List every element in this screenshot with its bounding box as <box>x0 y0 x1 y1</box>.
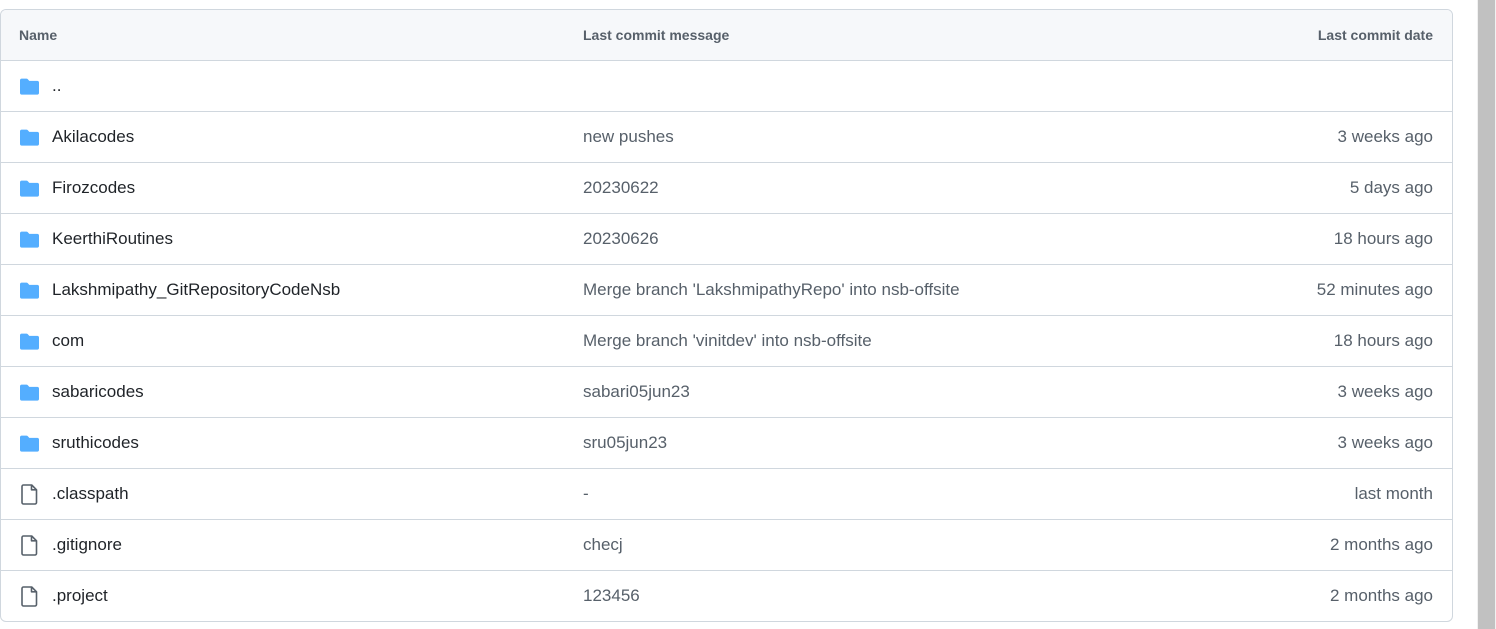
folder-icon <box>18 76 40 96</box>
folder-link[interactable]: com <box>52 331 84 351</box>
header-last-commit-message: Last commit message <box>583 27 730 43</box>
table-row[interactable]: .gitignore checj 2 months ago <box>1 520 1452 571</box>
scrollbar-thumb[interactable] <box>1478 0 1495 629</box>
cell-last-commit-message: 123456 <box>583 586 1152 606</box>
header-name: Name <box>19 27 58 43</box>
folder-link[interactable]: Akilacodes <box>52 127 134 147</box>
scrollbar-track[interactable] <box>1477 0 1496 629</box>
folder-icon <box>18 127 40 147</box>
cell-last-commit-message: new pushes <box>583 127 1152 147</box>
commit-message-link[interactable]: new pushes <box>583 127 674 146</box>
commit-message-link[interactable]: checj <box>583 535 623 554</box>
commit-message-link[interactable]: sabari05jun23 <box>583 382 690 401</box>
cell-name: sabaricodes <box>1 382 583 402</box>
cell-last-commit-date: 3 weeks ago <box>1337 433 1433 452</box>
cell-name: .project <box>1 585 583 607</box>
commit-message-link[interactable]: - <box>583 484 589 503</box>
cell-last-commit-message: sabari05jun23 <box>583 382 1152 402</box>
file-link[interactable]: .classpath <box>52 484 129 504</box>
table-row[interactable]: .project 123456 2 months ago <box>1 571 1452 621</box>
table-row[interactable]: com Merge branch 'vinitdev' into nsb-offs… <box>1 316 1452 367</box>
cell-name: Firozcodes <box>1 178 583 198</box>
table-row[interactable]: KeerthiRoutines 20230626 18 hours ago <box>1 214 1452 265</box>
cell-name: sruthicodes <box>1 433 583 453</box>
cell-last-commit-date: 2 months ago <box>1329 586 1433 605</box>
folder-icon <box>18 178 40 198</box>
table-row[interactable]: sabaricodes sabari05jun23 3 weeks ago <box>1 367 1452 418</box>
table-row[interactable]: Lakshmipathy_GitRepositoryCodeNsb Merge b… <box>1 265 1452 316</box>
file-icon <box>18 534 40 556</box>
folder-icon <box>18 382 40 402</box>
file-link[interactable]: .project <box>52 586 108 606</box>
cell-last-commit-date: 3 weeks ago <box>1337 127 1433 146</box>
cell-last-commit-message: checj <box>583 535 1152 555</box>
folder-icon <box>18 280 40 300</box>
cell-last-commit-date: 3 weeks ago <box>1337 382 1433 401</box>
commit-message-link[interactable]: 123456 <box>583 586 640 605</box>
cell-last-commit-message: sru05jun23 <box>583 433 1152 453</box>
commit-message-link[interactable]: Merge branch 'vinitdev' into nsb-offsite <box>583 331 872 350</box>
cell-last-commit-message: - <box>583 484 1152 504</box>
commit-message-link[interactable]: 20230626 <box>583 229 659 248</box>
commit-message-link[interactable]: 20230622 <box>583 178 659 197</box>
cell-name: .. <box>1 76 583 96</box>
folder-link[interactable]: sruthicodes <box>52 433 139 453</box>
cell-last-commit-date: 2 months ago <box>1329 535 1433 554</box>
file-icon <box>18 585 40 607</box>
table-row[interactable]: sruthicodes sru05jun23 3 weeks ago <box>1 418 1452 469</box>
cell-last-commit-date: 18 hours ago <box>1333 331 1433 350</box>
table-row[interactable]: .. <box>1 61 1452 112</box>
folder-link[interactable]: Firozcodes <box>52 178 135 198</box>
table-row[interactable]: .classpath - last month <box>1 469 1452 520</box>
table-header: Name Last commit message Last commit dat… <box>1 10 1452 61</box>
cell-name: KeerthiRoutines <box>1 229 583 249</box>
cell-last-commit-message: 20230626 <box>583 229 1152 249</box>
cell-last-commit-message: 20230622 <box>583 178 1152 198</box>
cell-last-commit-date: 5 days ago <box>1349 178 1433 197</box>
cell-last-commit-message: Merge branch 'LakshmipathyRepo' into nsb… <box>583 280 1152 300</box>
cell-name: .classpath <box>1 483 583 505</box>
table-body: .. Akilacodes new pushes 3 weeks ago Firozco… <box>1 61 1452 621</box>
commit-message-link[interactable]: Merge branch 'LakshmipathyRepo' into nsb… <box>583 280 960 299</box>
cell-name: Lakshmipathy_GitRepositoryCodeNsb <box>1 280 583 300</box>
folder-link[interactable]: Lakshmipathy_GitRepositoryCodeNsb <box>52 280 340 300</box>
folder-link[interactable]: sabaricodes <box>52 382 144 402</box>
folder-icon <box>18 229 40 249</box>
file-link[interactable]: .gitignore <box>52 535 122 555</box>
cell-name: .gitignore <box>1 534 583 556</box>
folder-icon <box>18 433 40 453</box>
header-last-commit-date: Last commit date <box>1317 27 1433 43</box>
table-row[interactable]: Akilacodes new pushes 3 weeks ago <box>1 112 1452 163</box>
file-list-table: Name Last commit message Last commit dat… <box>0 9 1453 622</box>
folder-link[interactable]: .. <box>52 76 61 96</box>
table-row[interactable]: Firozcodes 20230622 5 days ago <box>1 163 1452 214</box>
cell-last-commit-date: 18 hours ago <box>1333 229 1433 248</box>
cell-last-commit-date: 52 minutes ago <box>1316 280 1433 299</box>
folder-link[interactable]: KeerthiRoutines <box>52 229 173 249</box>
cell-last-commit-message: Merge branch 'vinitdev' into nsb-offsite <box>583 331 1152 351</box>
cell-last-commit-date: last month <box>1354 484 1433 503</box>
file-icon <box>18 483 40 505</box>
cell-name: Akilacodes <box>1 127 583 147</box>
folder-icon <box>18 331 40 351</box>
commit-message-link[interactable]: sru05jun23 <box>583 433 667 452</box>
cell-name: com <box>1 331 583 351</box>
